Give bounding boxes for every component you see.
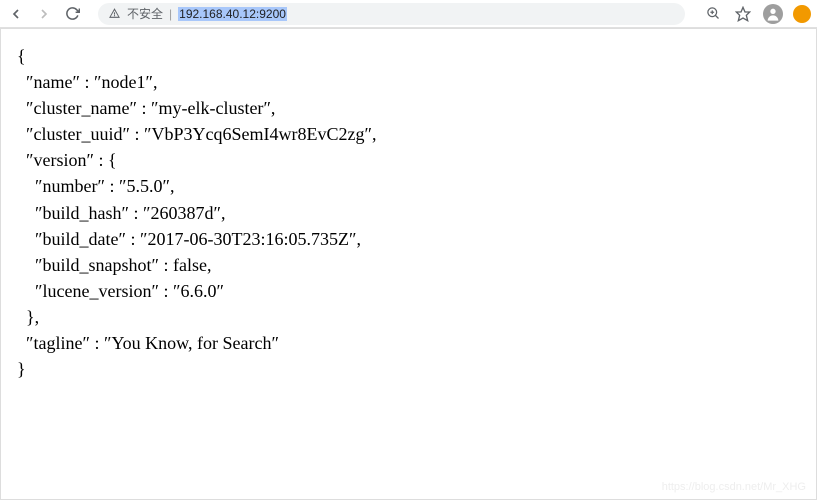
json-value: node1 xyxy=(101,72,145,92)
bookmark-icon[interactable] xyxy=(733,4,753,24)
back-button[interactable] xyxy=(6,4,26,24)
json-value: VbP3Ycq6SemI4wr8EvC2zg xyxy=(151,124,364,144)
toolbar-right xyxy=(703,4,811,24)
json-value: 5.5.0 xyxy=(126,176,162,196)
warning-icon xyxy=(108,7,121,20)
url-text[interactable]: 192.168.40.12:9200 xyxy=(178,7,287,21)
watermark: https://blog.csdn.net/Mr_XHG xyxy=(662,481,806,493)
page-viewport: { ″name″ : ″node1″, ″cluster_name″ : ″my… xyxy=(0,28,817,500)
json-key: build_snapshot xyxy=(43,255,152,275)
json-value: 2017-06-30T23:16:05.735Z xyxy=(147,229,348,249)
json-key: tagline xyxy=(34,333,83,353)
json-key: cluster_uuid xyxy=(34,124,123,144)
json-value: 260387d xyxy=(151,203,214,223)
json-key: version xyxy=(34,150,87,170)
json-value: You Know, for Search xyxy=(111,333,271,353)
json-value: false xyxy=(173,255,207,275)
security-status: 不安全 xyxy=(127,5,163,22)
zoom-icon[interactable] xyxy=(703,4,723,24)
profile-avatar[interactable] xyxy=(763,4,783,24)
json-key: build_hash xyxy=(43,203,122,223)
json-key: build_date xyxy=(43,229,119,249)
json-key: lucene_version xyxy=(43,281,152,301)
json-key: cluster_name xyxy=(34,98,130,118)
forward-button[interactable] xyxy=(34,4,54,24)
extension-badge[interactable] xyxy=(793,5,811,23)
json-value: 6.6.0 xyxy=(180,281,216,301)
json-value: my-elk-cluster xyxy=(158,98,263,118)
reload-button[interactable] xyxy=(62,4,82,24)
json-key: number xyxy=(43,176,98,196)
browser-toolbar: 不安全 | 192.168.40.12:9200 xyxy=(0,0,817,28)
separator: | xyxy=(169,7,172,21)
json-key: name xyxy=(34,72,73,92)
json-response-body: { ″name″ : ″node1″, ″cluster_name″ : ″my… xyxy=(1,29,816,396)
address-bar[interactable]: 不安全 | 192.168.40.12:9200 xyxy=(98,3,685,25)
